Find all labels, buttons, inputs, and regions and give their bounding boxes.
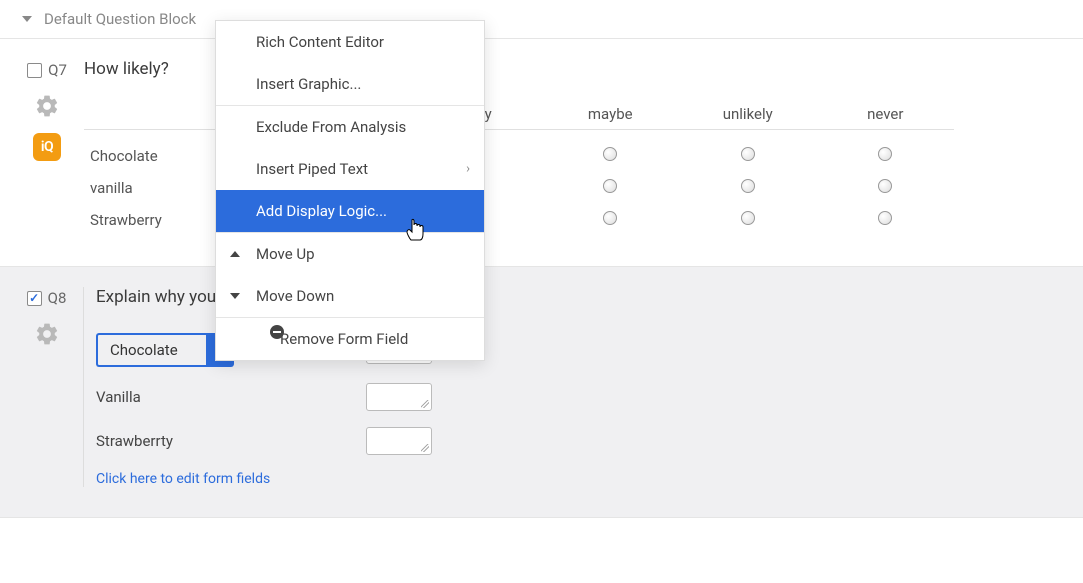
triangle-up-icon [230,251,240,257]
cm-label: Insert Graphic... [256,75,361,93]
radio[interactable] [603,147,617,161]
cm-label: Remove Form Field [280,330,408,348]
edit-form-fields-link[interactable]: Click here to edit form fields [96,471,1053,487]
radio[interactable] [878,147,892,161]
triangle-down-icon [230,293,240,299]
question-gutter: Q8 [10,287,84,487]
gear-icon[interactable] [34,321,60,347]
cm-insert-piped-text[interactable]: Insert Piped Text › [216,148,484,190]
cm-rich-content-editor[interactable]: Rich Content Editor [216,21,484,63]
form-field-label[interactable]: Vanilla [96,388,366,406]
question-gutter: Q7 iQ [10,59,84,236]
radio[interactable] [603,179,617,193]
block-title: Default Question Block [44,10,196,28]
radio[interactable] [603,211,617,225]
radio[interactable] [741,211,755,225]
form-textarea[interactable] [366,383,432,411]
radio[interactable] [741,179,755,193]
matrix-col[interactable]: never [817,105,955,123]
form-textarea[interactable] [366,427,432,455]
cm-label: Add Display Logic... [256,202,387,220]
radio[interactable] [741,147,755,161]
radio[interactable] [878,179,892,193]
cm-label: Insert Piped Text [256,160,368,178]
block-header[interactable]: Default Question Block [0,0,1083,39]
iq-badge[interactable]: iQ [33,133,61,161]
form-field-label: Chocolate [96,333,206,367]
cm-add-display-logic[interactable]: Add Display Logic... [216,190,484,232]
cm-remove-form-field[interactable]: Remove Form Field [216,318,484,360]
cm-label: Move Down [256,287,334,305]
matrix-col[interactable]: maybe [542,105,680,123]
form-field-label[interactable]: Strawberrty [96,432,366,450]
cm-label: Move Up [256,245,315,263]
cm-exclude-from-analysis[interactable]: Exclude From Analysis [216,106,484,148]
context-menu: Rich Content Editor Insert Graphic... Ex… [215,20,485,361]
question-checkbox-checked[interactable] [27,291,42,306]
chevron-down-icon [22,16,32,22]
question-id-label: Q7 [48,61,67,79]
question-id[interactable]: Q8 [27,289,67,307]
cm-label: Exclude From Analysis [256,118,406,136]
question-id[interactable]: Q7 [27,61,67,79]
cm-move-up[interactable]: Move Up [216,233,484,275]
form-row: Strawberrty [96,427,1053,455]
form-row: Vanilla [96,383,1053,411]
matrix-col[interactable]: unlikely [679,105,817,123]
question-block-q7: Q7 iQ How likely? Likely maybe unlikely … [0,39,1083,267]
question-checkbox[interactable] [27,63,42,78]
question-id-label: Q8 [48,289,67,307]
gear-icon[interactable] [34,93,60,119]
cm-insert-graphic[interactable]: Insert Graphic... [216,63,484,105]
cm-label: Rich Content Editor [256,33,384,51]
cm-move-down[interactable]: Move Down [216,275,484,317]
chevron-right-icon: › [466,162,470,177]
question-block-q8: Q8 Explain why you Chocolate Vanilla Str… [0,267,1083,518]
radio[interactable] [878,211,892,225]
minus-circle-icon [270,325,284,339]
